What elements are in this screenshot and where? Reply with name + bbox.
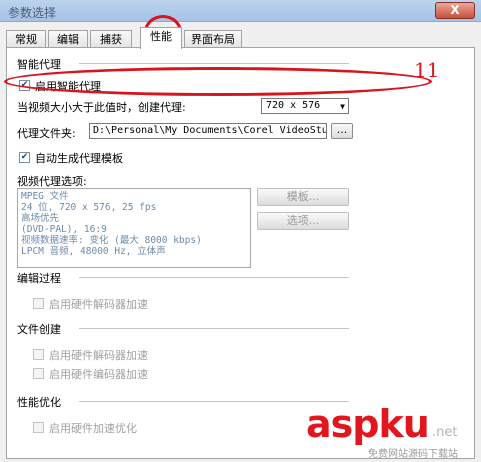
template-button[interactable]: 模板... (257, 188, 349, 206)
performance-panel: 智能代理 ✔ 启用智能代理 当视频大小大于此值时，创建代理: 720 x 576… (6, 47, 475, 459)
section-title-edit-process: 编辑过程 (17, 272, 61, 285)
info-line: LPCM 音频, 48000 Hz, 立体声 (21, 246, 166, 257)
file-hw-decoder-label: 启用硬件解码器加速 (49, 349, 148, 362)
auto-template-checkbox[interactable]: ✔ (19, 152, 30, 163)
annotation-ellipse-option (4, 67, 432, 96)
info-line: 视频数据速率: 变化 (最大 8000 kbps) (21, 235, 202, 246)
proxy-options-info: MPEG 文件 24 位, 720 x 576, 25 fps 高场优先 (DV… (17, 188, 251, 268)
browse-button[interactable]: ... (331, 123, 353, 139)
watermark-tagline: 免费网站源码下载站 (368, 449, 458, 460)
window-title: 参数选择 (8, 6, 57, 20)
hw-accel-label: 启用硬件加速优化 (49, 422, 137, 435)
tab-edit[interactable]: 编辑 (48, 30, 88, 48)
edit-hw-decoder-label: 启用硬件解码器加速 (49, 298, 148, 311)
tab-general[interactable]: 常规 (6, 30, 46, 48)
options-button[interactable]: 选项... (257, 212, 349, 230)
tab-performance[interactable]: 性能 (140, 27, 182, 49)
info-line: (DVD-PAL), 16:9 (21, 224, 107, 235)
section-divider (79, 328, 349, 329)
file-hw-decoder-checkbox[interactable] (33, 349, 44, 360)
chevron-down-icon: ▼ (340, 102, 345, 111)
section-title-perf-optimization: 性能优化 (17, 396, 61, 409)
proxy-folder-label: 代理文件夹: (17, 127, 76, 140)
proxy-options-label: 视频代理选项: (17, 175, 87, 188)
close-button[interactable]: X (435, 2, 475, 19)
file-hw-encoder-checkbox[interactable] (33, 368, 44, 379)
watermark-domain: .net (432, 425, 458, 440)
info-line: 高场优先 (21, 213, 60, 224)
section-divider (79, 277, 349, 278)
section-title-smart-proxy: 智能代理 (17, 58, 61, 71)
auto-template-label: 自动生成代理模板 (35, 152, 123, 165)
proxy-size-value: 720 x 576 (266, 100, 321, 111)
section-divider (79, 63, 349, 64)
hw-accel-checkbox[interactable] (33, 422, 44, 433)
edit-hw-decoder-checkbox[interactable] (33, 298, 44, 309)
file-hw-encoder-label: 启用硬件编码器加速 (49, 368, 148, 381)
title-bar: 参数选择 X (0, 0, 481, 22)
tab-layout[interactable]: 界面布局 (184, 30, 242, 48)
info-line: 24 位, 720 x 576, 25 fps (21, 202, 157, 213)
proxy-size-dropdown[interactable]: 720 x 576 ▼ (261, 98, 349, 114)
annotation-number: 11 (414, 58, 440, 82)
tab-capture[interactable]: 捕获 (90, 30, 132, 48)
proxy-folder-field[interactable]: D:\Personal\My Documents\Corel VideoStud… (89, 123, 327, 139)
section-title-file-creation: 文件创建 (17, 323, 61, 336)
proxy-size-label: 当视频大小大于此值时，创建代理: (17, 101, 186, 114)
info-line: MPEG 文件 (21, 191, 69, 202)
watermark-logo: aspku (306, 402, 430, 446)
